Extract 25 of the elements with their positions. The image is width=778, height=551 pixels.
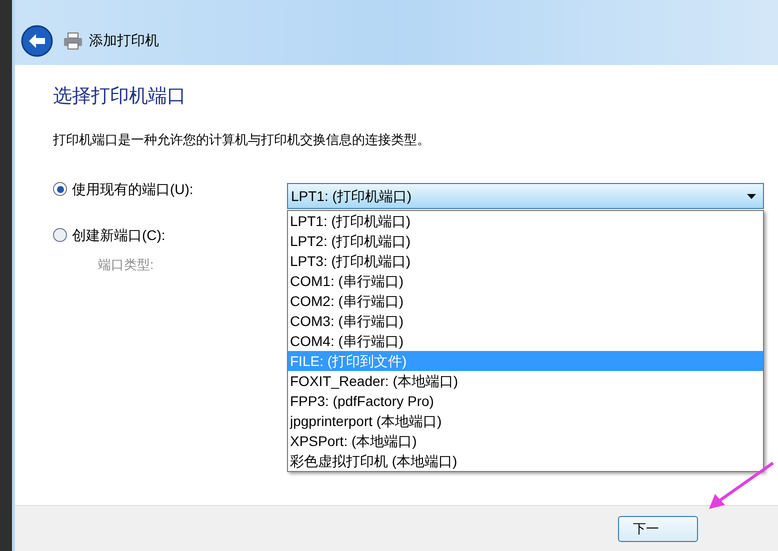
window-title: 添加打印机 bbox=[89, 31, 159, 50]
radio-label: 创建新端口(C): bbox=[72, 226, 166, 245]
back-arrow-button[interactable] bbox=[21, 25, 53, 57]
dropdown-option[interactable]: FPP3: (pdfFactory Pro) bbox=[288, 391, 763, 411]
caret-icon bbox=[747, 194, 756, 198]
description-text: 打印机端口是一种允许您的计算机与打印机交换信息的连接类型。 bbox=[53, 130, 431, 148]
dropdown-option[interactable]: XPSPort: (本地端口) bbox=[288, 431, 763, 451]
port-dropdown[interactable]: LPT1: (打印机端口) bbox=[287, 183, 764, 209]
dropdown-option[interactable]: FOXIT_Reader: (本地端口) bbox=[288, 371, 763, 391]
dropdown-option[interactable]: LPT1: (打印机端口) bbox=[288, 211, 763, 231]
printer-icon bbox=[63, 32, 83, 50]
radio-label: 使用现有的端口(U): bbox=[72, 180, 194, 199]
dropdown-option[interactable]: jpgprinterport (本地端口) bbox=[288, 411, 763, 431]
radio-button[interactable] bbox=[53, 182, 67, 196]
dropdown-option[interactable]: COM1: (串行端口) bbox=[288, 271, 763, 291]
port-type-label: 端口类型: bbox=[98, 256, 154, 274]
next-button[interactable]: 下一 bbox=[618, 516, 698, 542]
dropdown-option[interactable]: COM2: (串行端口) bbox=[288, 291, 763, 311]
dropdown-option[interactable]: LPT2: (打印机端口) bbox=[288, 231, 763, 251]
dropdown-option[interactable]: 彩色虚拟打印机 (本地端口) bbox=[288, 451, 763, 471]
page-heading: 选择打印机端口 bbox=[53, 85, 187, 109]
dropdown-option[interactable]: COM3: (串行端口) bbox=[288, 311, 763, 331]
radio-button[interactable] bbox=[53, 228, 67, 242]
dropdown-option[interactable]: COM4: (串行端口) bbox=[288, 331, 763, 351]
dropdown-option[interactable]: LPT3: (打印机端口) bbox=[288, 251, 763, 271]
